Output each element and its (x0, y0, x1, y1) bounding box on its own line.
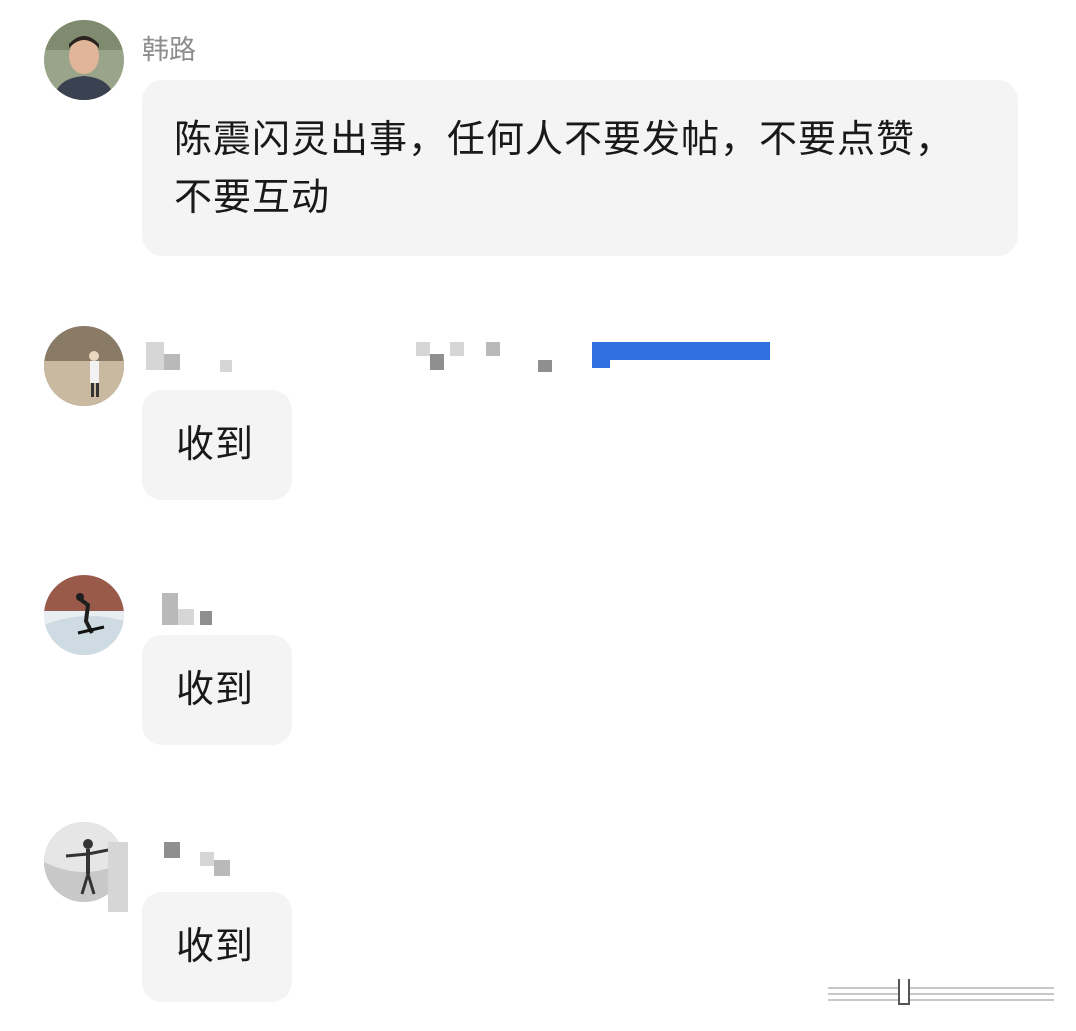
chat-message: 收到 (0, 565, 1076, 755)
chat-message: 收到 (0, 320, 1076, 510)
scroll-track-line (828, 987, 1054, 989)
message-bubble[interactable]: 收到 (142, 892, 292, 1002)
sender-name: 韩路 (142, 35, 196, 66)
redacted-name-block (214, 860, 230, 876)
redacted-name-block (450, 342, 464, 356)
chat-message: 收到 (0, 812, 1076, 1012)
redacted-name-block (200, 611, 212, 625)
sender-avatar[interactable] (44, 326, 124, 406)
redacted-name-block (178, 609, 194, 625)
skiing-photo-icon (44, 575, 124, 655)
sender-avatar[interactable] (44, 20, 124, 100)
redacted-name-block (430, 354, 444, 370)
redacted-name-block (486, 342, 500, 356)
redacted-name-block (220, 360, 232, 372)
redacted-name-block (538, 360, 552, 372)
chat-message: 韩路 陈震闪灵出事，任何人不要发帖，不要点赞，不要互动 (0, 0, 1076, 270)
outdoor-photo-icon (44, 326, 124, 406)
scroll-indicator[interactable] (828, 979, 1054, 1005)
chat-message-list: 韩路 陈震闪灵出事，任何人不要发帖，不要点赞，不要互动 收到 收到 收到 (0, 0, 1076, 1031)
redacted-name-block (592, 360, 610, 368)
sender-avatar[interactable] (44, 575, 124, 655)
message-bubble[interactable]: 收到 (142, 635, 292, 745)
redacted-name-block (416, 342, 430, 356)
message-bubble[interactable]: 陈震闪灵出事，任何人不要发帖，不要点赞，不要互动 (142, 80, 1018, 256)
redacted-name-block (592, 342, 770, 360)
redacted-name-block (200, 852, 214, 866)
scroll-thumb[interactable] (898, 979, 910, 1005)
message-bubble[interactable]: 收到 (142, 390, 292, 500)
scroll-track-line (828, 999, 1054, 1001)
redacted-name-block (108, 842, 128, 912)
man-portrait-icon (44, 20, 124, 100)
redacted-name-block (164, 354, 180, 370)
scroll-track-line (828, 993, 1054, 995)
redacted-name-block (146, 342, 164, 370)
redacted-name-block (162, 593, 178, 625)
redacted-name-block (164, 842, 180, 858)
